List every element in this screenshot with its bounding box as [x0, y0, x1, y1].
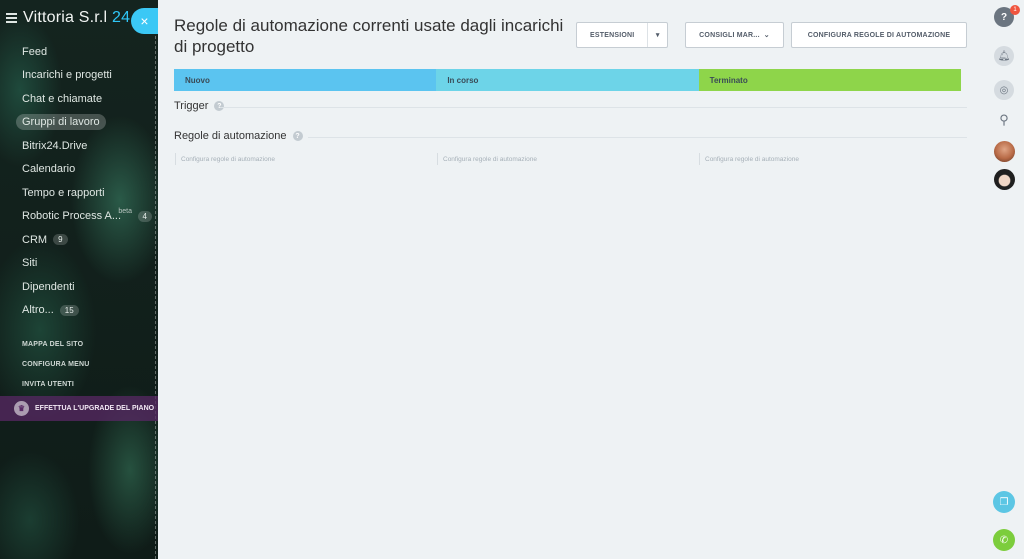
- sidebar-item-time-reports[interactable]: Tempo e rapporti: [0, 181, 158, 205]
- stage-bar: Nuovo In corso Terminato: [174, 69, 961, 91]
- sidebar-item-label: Incarichi e progetti: [22, 69, 112, 82]
- document-icon[interactable]: ❐: [993, 491, 1015, 513]
- rules-section: Regole di automazione ?: [174, 130, 303, 142]
- company-name: Vittoria S.r.l: [23, 9, 108, 26]
- main-content: Regole di automazione correnti usate dag…: [158, 0, 984, 559]
- invite-users-link[interactable]: INVITA UTENTI: [0, 374, 158, 394]
- phone-icon[interactable]: ✆: [993, 529, 1015, 551]
- trigger-section: Trigger ?: [174, 100, 225, 112]
- sidebar-menu: Feed Incarichi e progetti Chat e chiamat…: [0, 40, 158, 394]
- help-icon[interactable]: ?: [214, 101, 225, 111]
- help-icon[interactable]: ?: [292, 131, 303, 141]
- close-icon[interactable]: ×: [131, 8, 158, 34]
- configure-rules-link-done[interactable]: Configura regole di automazione: [699, 153, 799, 165]
- counter-badge: 15: [59, 304, 79, 316]
- sidebar-item-rpa[interactable]: Robotic Process A... beta 4: [0, 205, 158, 229]
- sidebar-item-label: Chat e chiamate: [22, 92, 103, 105]
- menu-separator: [0, 322, 158, 334]
- tips-dropdown[interactable]: CONSIGLI MAR... ⌄: [685, 22, 784, 48]
- trigger-label: Trigger: [174, 100, 209, 112]
- notification-badge: 1: [1010, 5, 1020, 15]
- sidebar-item-label: Feed: [22, 45, 48, 58]
- configure-rules-link-new[interactable]: Configura regole di automazione: [175, 153, 275, 165]
- chat-icon[interactable]: ◎: [994, 80, 1014, 100]
- rules-label: Regole di automazione: [174, 130, 287, 142]
- beta-badge: beta: [118, 207, 132, 215]
- sidebar-item-label: Tempo e rapporti: [22, 186, 105, 199]
- chevron-down-icon: ⌄: [763, 32, 770, 39]
- sidebar-item-employees[interactable]: Dipendenti: [0, 275, 158, 299]
- trigger-divider: [220, 107, 967, 108]
- configure-menu-link[interactable]: CONFIGURA MENU: [0, 354, 158, 374]
- extensions-label: ESTENSIONI: [590, 31, 635, 39]
- menu-icon[interactable]: [6, 13, 17, 23]
- sidebar-item-chat[interactable]: Chat e chiamate: [0, 87, 158, 111]
- sidebar-item-feed[interactable]: Feed: [0, 40, 158, 64]
- page-title: Regole di automazione correnti usate dag…: [174, 16, 564, 56]
- logo-suffix: 24: [111, 9, 131, 26]
- sidebar-item-workgroups[interactable]: Gruppi di lavoro: [0, 111, 158, 135]
- rules-divider: [308, 137, 967, 138]
- sidebar-item-label: Dipendenti: [22, 280, 75, 293]
- sitemap-link[interactable]: MAPPA DEL SITO: [0, 334, 158, 354]
- logo-row: Vittoria S.r.l 24: [6, 9, 130, 27]
- bell-icon[interactable]: 🔔︎: [994, 46, 1014, 66]
- search-icon[interactable]: ⚲: [994, 110, 1014, 130]
- avatar[interactable]: [994, 169, 1015, 190]
- stage-new: Nuovo: [174, 69, 437, 91]
- configure-rules-link-in-progress[interactable]: Configura regole di automazione: [437, 153, 537, 165]
- sidebar-item-label: Calendario: [22, 163, 76, 176]
- sidebar-item-label: Altro...: [22, 304, 54, 317]
- configure-rules-button[interactable]: CONFIGURA REGOLE DI AUTOMAZIONE: [791, 22, 967, 48]
- sidebar-item-drive[interactable]: Bitrix24.Drive: [0, 134, 158, 158]
- sidebar-item-more[interactable]: Altro... 15: [0, 299, 158, 323]
- sidebar-item-sites[interactable]: Siti: [0, 252, 158, 276]
- sidebar-item-label: Robotic Process A...: [22, 210, 122, 223]
- sidebar-item-crm[interactable]: CRM 9: [0, 228, 158, 252]
- company-logo[interactable]: Vittoria S.r.l 24: [23, 9, 130, 27]
- chevron-down-icon[interactable]: ▾: [647, 23, 667, 47]
- sidebar-item-label: Bitrix24.Drive: [22, 139, 88, 152]
- counter-badge: 9: [53, 234, 68, 246]
- sidebar-item-label: Gruppi di lavoro: [16, 114, 106, 131]
- sidebar-item-calendar[interactable]: Calendario: [0, 158, 158, 182]
- tips-label: CONSIGLI MAR...: [699, 31, 760, 39]
- stage-done: Terminato: [698, 69, 961, 91]
- left-sidebar: Vittoria S.r.l 24 × Feed Incarichi e pro…: [0, 0, 158, 559]
- right-rail: ? 1 🔔︎ ◎ ⚲ ❐ ✆: [984, 0, 1024, 559]
- counter-badge: 4: [137, 210, 152, 222]
- upgrade-label: EFFETTUA L'UPGRADE DEL PIANO: [35, 405, 155, 412]
- avatar[interactable]: [994, 141, 1015, 162]
- stage-in-progress: In corso: [436, 69, 699, 91]
- upgrade-plan-button[interactable]: ♛ EFFETTUA L'UPGRADE DEL PIANO: [0, 396, 158, 421]
- sidebar-item-tasks[interactable]: Incarichi e progetti: [0, 64, 158, 88]
- crown-icon: ♛: [14, 401, 29, 416]
- sidebar-item-label: Siti: [22, 257, 38, 270]
- extensions-button[interactable]: ESTENSIONI ▾: [576, 22, 668, 48]
- sidebar-item-label: CRM: [22, 233, 48, 246]
